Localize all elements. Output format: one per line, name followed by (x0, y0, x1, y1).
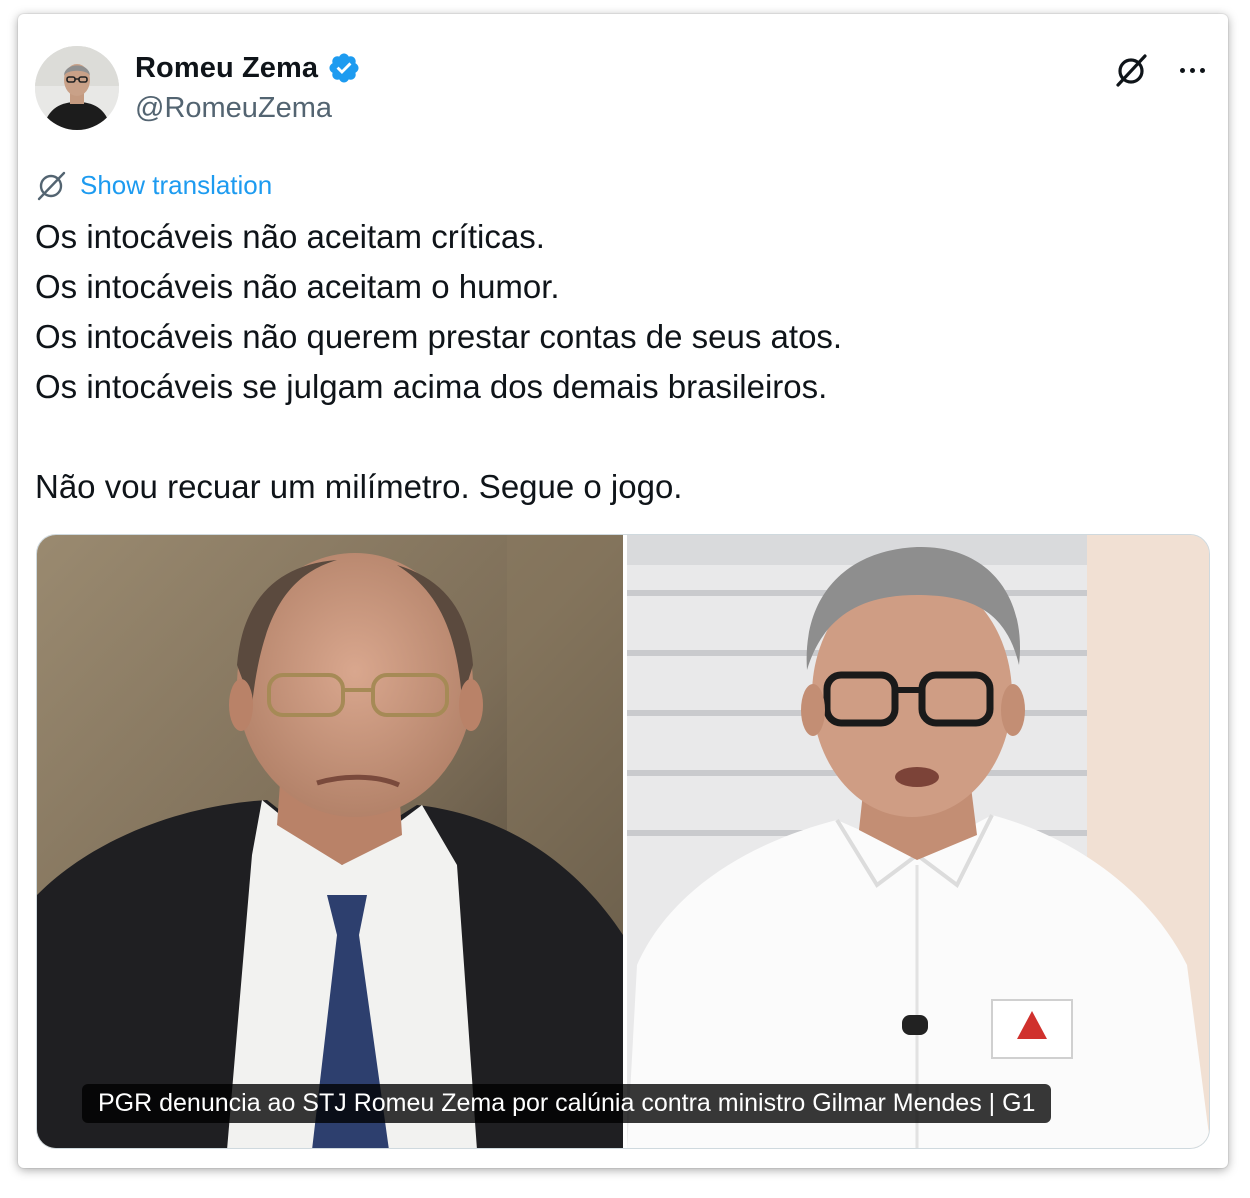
tweet-text: Os intocáveis não aceitam críticas. Os i… (35, 212, 1205, 512)
avatar[interactable] (35, 46, 119, 130)
more-options-button[interactable] (1170, 50, 1214, 90)
author-name-row[interactable]: Romeu Zema (135, 51, 361, 85)
author-name[interactable]: Romeu Zema (135, 52, 318, 85)
more-dot (1199, 67, 1205, 73)
author-handle[interactable]: @RomeuZema (135, 92, 332, 125)
avatar-image (35, 46, 119, 130)
grok-icon (1116, 54, 1147, 87)
more-dot (1179, 67, 1185, 73)
grok-button[interactable] (1112, 50, 1152, 90)
show-translation-link[interactable]: Show translation (35, 168, 272, 202)
media-caption: PGR denuncia ao STJ Romeu Zema por calún… (82, 1084, 1052, 1123)
media-card[interactable]: PGR denuncia ao STJ Romeu Zema por calún… (36, 534, 1210, 1149)
tweet-card: Romeu Zema @RomeuZema Show translation O… (18, 14, 1228, 1168)
tweet-line: Os intocáveis se julgam acima dos demais… (35, 368, 828, 405)
right-photo (627, 535, 1209, 1148)
tweet-line: Os intocáveis não querem prestar contas … (35, 318, 843, 355)
verified-badge-icon (329, 53, 359, 83)
show-translation-label[interactable]: Show translation (80, 170, 272, 201)
more-dot (1189, 67, 1195, 73)
tweet-line: Os intocáveis não aceitam o humor. (35, 268, 560, 305)
left-photo (37, 535, 623, 1148)
tweet-line: Não vou recuar um milímetro. Segue o jog… (35, 468, 683, 505)
tweet-line: Os intocáveis não aceitam críticas. (35, 218, 545, 255)
translate-icon (37, 171, 66, 201)
